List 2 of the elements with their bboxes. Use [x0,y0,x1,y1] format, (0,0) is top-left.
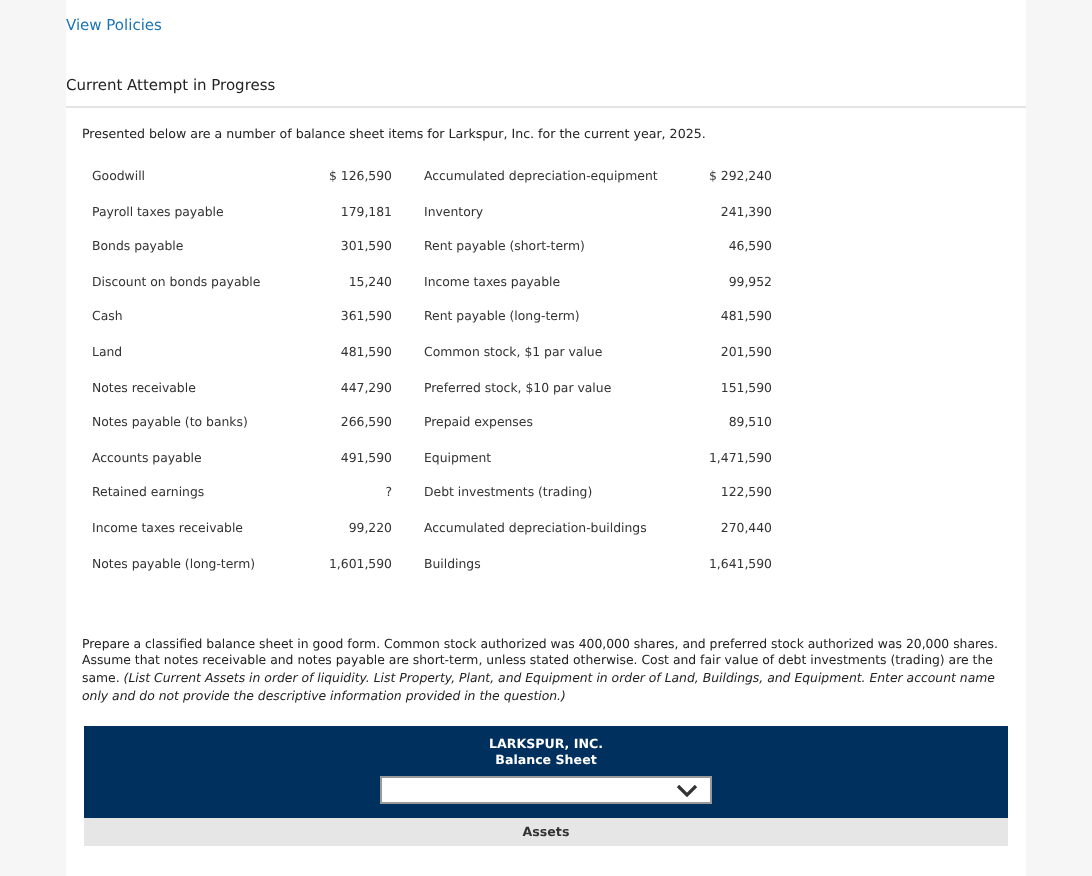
chevron-down-icon [676,783,698,798]
date-dropdown[interactable] [380,776,712,805]
